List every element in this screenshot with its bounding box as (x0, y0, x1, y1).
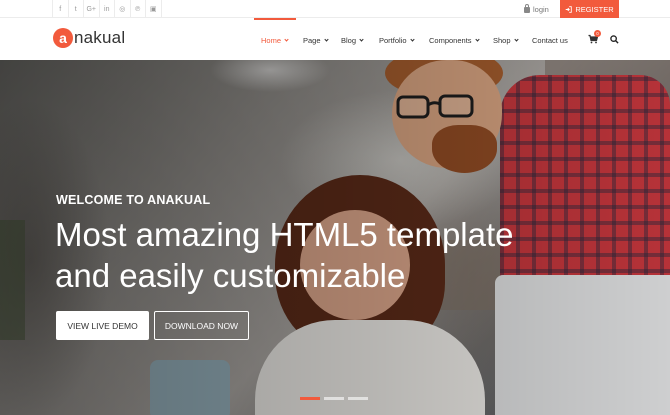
nav-item-components[interactable]: Components (429, 36, 480, 45)
nav-item-portfolio[interactable]: Portfolio (379, 36, 415, 45)
nav-item-page[interactable]: Page (303, 36, 329, 45)
nav-label: Contact us (532, 36, 568, 45)
register-button[interactable]: REGISTER (560, 0, 619, 18)
hero-headline: Most amazing HTML5 template and easily c… (55, 214, 525, 296)
hero-eyebrow: WELCOME TO ANAKUAL (56, 193, 211, 207)
login-label: login (533, 4, 549, 14)
social-links: f t G+ in ◎ ℗ ▣ (52, 0, 162, 18)
lock-icon (524, 4, 530, 13)
nav-label: Components (429, 36, 472, 45)
nav-label: Shop (493, 36, 511, 45)
sign-in-icon (566, 5, 573, 13)
register-label: REGISTER (575, 4, 614, 14)
slider-dot-2[interactable] (324, 397, 344, 400)
dribbble-icon[interactable]: ◎ (115, 0, 131, 18)
google-plus-icon[interactable]: G+ (84, 0, 100, 18)
linkedin-icon[interactable]: in (100, 0, 115, 18)
cart-count-badge: 0 (594, 30, 601, 37)
nav-label: Home (261, 36, 282, 45)
nav-label: Portfolio (379, 36, 407, 45)
nav-item-home[interactable]: Home (261, 36, 289, 45)
chevron-down-icon (284, 37, 289, 42)
site-logo[interactable]: a nakual (53, 28, 125, 48)
nav-label: Blog (341, 36, 357, 45)
pinterest-icon[interactable]: ℗ (131, 0, 146, 18)
top-bar: f t G+ in ◎ ℗ ▣ login REGISTER (0, 0, 670, 18)
download-now-button[interactable]: DOWNLOAD NOW (154, 311, 249, 340)
slider-dot-1[interactable] (300, 397, 320, 400)
slider-dot-3[interactable] (348, 397, 368, 400)
chevron-down-icon (409, 37, 415, 42)
view-live-demo-button[interactable]: VIEW LIVE DEMO (56, 311, 149, 340)
search-icon[interactable] (610, 35, 619, 44)
login-link[interactable]: login (524, 0, 549, 18)
instagram-icon[interactable]: ▣ (146, 0, 162, 18)
logo-text: nakual (74, 28, 126, 47)
chevron-down-icon (323, 37, 329, 42)
twitter-icon[interactable]: t (69, 0, 84, 18)
nav-item-shop[interactable]: Shop (493, 36, 519, 45)
chevron-down-icon (474, 37, 480, 42)
slider-pagination (300, 397, 368, 400)
hero-headline-line-2: and easily customizable (55, 257, 406, 294)
chevron-down-icon (359, 37, 364, 42)
nav-active-indicator (254, 18, 296, 20)
logo-mark: a (53, 28, 73, 48)
nav-label: Page (303, 36, 321, 45)
nav-item-contact-us[interactable]: Contact us (532, 36, 568, 45)
facebook-icon[interactable]: f (53, 0, 69, 18)
hero-headline-line-1: Most amazing HTML5 template (55, 216, 514, 253)
nav-item-blog[interactable]: Blog (341, 36, 364, 45)
hero-slider: WELCOME TO ANAKUAL Most amazing HTML5 te… (0, 60, 670, 415)
main-header: a nakual Home Page Blog Portfolio Compon… (0, 18, 670, 60)
chevron-down-icon (513, 37, 519, 42)
